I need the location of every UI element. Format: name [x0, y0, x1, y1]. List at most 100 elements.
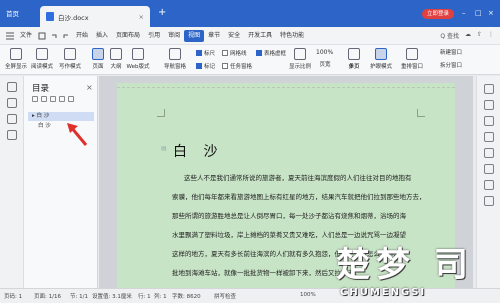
- menu-home[interactable]: 开始: [72, 30, 92, 42]
- eye-protection-button[interactable]: 护眼模式: [368, 48, 394, 70]
- outline-panel: 目录 × ▸ 白 沙 白 沙: [24, 76, 98, 288]
- login-button[interactable]: 立即登录: [422, 9, 455, 19]
- paragraph-handle-icon[interactable]: ▤: [161, 145, 167, 152]
- menu-security[interactable]: 安全: [224, 30, 244, 42]
- zoom-button[interactable]: 显示比例: [286, 48, 314, 70]
- save-icon[interactable]: [38, 32, 46, 40]
- margin-corner-mark: [157, 109, 165, 117]
- fullscreen-button[interactable]: 全屏显示: [4, 48, 28, 70]
- minimize-icon[interactable]: –: [462, 9, 466, 17]
- eye-icon: [375, 48, 387, 60]
- status-section: 节: 1/1: [70, 294, 88, 300]
- close-tab-icon[interactable]: ×: [139, 13, 144, 21]
- status-setting: 设置值: 3.1厘米: [92, 294, 132, 300]
- collapse-icon[interactable]: [41, 96, 47, 102]
- menu-page-layout[interactable]: 页面布局: [112, 30, 144, 42]
- demote-icon[interactable]: [68, 96, 74, 102]
- nav-pane-button[interactable]: 导航窗格: [160, 48, 190, 70]
- shape-icon[interactable]: [484, 132, 494, 142]
- status-word-count[interactable]: 字数: 8620: [172, 292, 201, 300]
- rearrange-window-button[interactable]: 重排窗口: [400, 48, 424, 70]
- undo-icon[interactable]: [50, 32, 58, 40]
- close-outline-icon[interactable]: ×: [86, 83, 93, 92]
- menu-bar: 文件 开始 插入 页面布局 引用 审阅 视图 章节 安全 开发工具 特色功能 Q…: [0, 27, 500, 45]
- zoom-icon: [294, 48, 306, 60]
- cloud-icon[interactable]: ☁: [465, 31, 471, 40]
- checkbox-icon: [222, 50, 228, 56]
- pen-icon: [64, 48, 76, 60]
- new-window-button[interactable]: 新建窗口: [440, 48, 470, 56]
- style-icon[interactable]: [484, 100, 494, 110]
- fullscreen-icon: [10, 48, 22, 60]
- thumbnail-icon[interactable]: [7, 114, 17, 124]
- reading-mode-button[interactable]: 阅读模式: [30, 48, 54, 70]
- title-bar: 首页 白沙.docx × + 立即登录 – □ ×: [0, 0, 500, 27]
- search-button[interactable]: Q 查找: [440, 31, 459, 40]
- body-line[interactable]: 这些人不是我们通常所说的旅游者，夏天前往海滨度假的人们往往对目的地抱有: [172, 169, 434, 189]
- status-spell-check[interactable]: 拼写检查: [214, 292, 236, 300]
- menu-sections[interactable]: 章节: [204, 30, 224, 42]
- menu-right-tools: Q 查找 ☁ ⇧ ⋮: [440, 31, 500, 40]
- outline-title: 目录: [32, 84, 50, 94]
- markup-checkbox[interactable]: 标记: [196, 62, 215, 70]
- backup-icon[interactable]: [484, 180, 494, 190]
- status-pages[interactable]: 页面: 1/16: [34, 292, 61, 300]
- gridlines-checkbox[interactable]: 网格线: [222, 49, 247, 57]
- status-zoom[interactable]: 100%: [300, 292, 316, 298]
- book-icon: [36, 48, 48, 60]
- more-icon[interactable]: ⋮: [488, 31, 494, 40]
- menu-icon[interactable]: [6, 32, 14, 40]
- menu-view[interactable]: 视图: [184, 29, 205, 42]
- select-icon[interactable]: [484, 116, 494, 126]
- outline-view-button[interactable]: 大纲: [104, 48, 128, 70]
- menu-features[interactable]: 特色功能: [276, 30, 308, 42]
- format-icon[interactable]: [484, 84, 494, 94]
- outline-item[interactable]: ▸ 白 沙: [28, 112, 94, 121]
- comment-icon[interactable]: [484, 164, 494, 174]
- redo-icon[interactable]: [62, 32, 70, 40]
- promote-icon[interactable]: [59, 96, 65, 102]
- menu-references[interactable]: 引用: [144, 30, 164, 42]
- red-arrow-annotation: [67, 123, 88, 146]
- page-ruler: [117, 83, 455, 88]
- document-tab[interactable]: 白沙.docx ×: [40, 6, 150, 27]
- menu-file[interactable]: 文件: [16, 30, 36, 42]
- writing-mode-button[interactable]: 写作模式: [58, 48, 82, 70]
- maximize-icon[interactable]: □: [475, 9, 482, 17]
- new-tab-button[interactable]: +: [158, 8, 166, 18]
- level-icon[interactable]: [50, 96, 56, 102]
- document-tab-title: 白沙.docx: [58, 13, 89, 22]
- checkbox-checked-icon: [196, 63, 202, 69]
- web-layout-button[interactable]: Web版式: [126, 48, 150, 70]
- properties-icon[interactable]: [484, 148, 494, 158]
- zoom-box[interactable]: 100%: [316, 49, 333, 56]
- menu-developer[interactable]: 开发工具: [244, 30, 276, 42]
- split-window-button[interactable]: 拆分窗口: [440, 61, 470, 69]
- menu-insert[interactable]: 插入: [92, 30, 112, 42]
- table-borders-checkbox[interactable]: 表格虚框: [256, 49, 286, 57]
- outline-panel-icon[interactable]: [7, 82, 17, 92]
- checkbox-icon: [222, 63, 228, 69]
- expand-icon[interactable]: [32, 96, 38, 102]
- status-col: 列: 1: [154, 294, 167, 300]
- margin-corner-mark: [417, 109, 425, 117]
- search-icon[interactable]: [7, 130, 17, 140]
- body-line[interactable]: 那些所谓的旅游胜地总是让人倒尽胃口，每一处沙子都沾有烧焦和烟蒂，浴场的海: [172, 207, 434, 227]
- help-icon[interactable]: [484, 196, 494, 206]
- page-width-button[interactable]: 页宽: [314, 60, 336, 68]
- home-tab[interactable]: 首页: [6, 8, 36, 20]
- bookmark-icon[interactable]: [7, 98, 17, 108]
- share-icon[interactable]: ⇧: [477, 31, 482, 40]
- body-line[interactable]: 索骥，他们每年都来看旅游地图上标有红星的地方，结果汽车就把他们拉到那些地方去，: [172, 188, 434, 208]
- task-pane-checkbox[interactable]: 任务窗格: [222, 62, 252, 70]
- checkbox-checked-icon: [256, 50, 262, 56]
- outline-icon: [110, 48, 122, 60]
- view-ribbon: 全屏显示 阅读模式 写作模式 页面 大纲 Web版式 导航窗格 标尺 网格线 表…: [0, 45, 500, 75]
- document-heading[interactable]: 白 沙: [173, 141, 223, 161]
- outline-tools: [32, 96, 74, 102]
- ruler-checkbox[interactable]: 标尺: [196, 49, 215, 57]
- close-window-icon[interactable]: ×: [488, 9, 494, 17]
- menu-review[interactable]: 审阅: [164, 30, 184, 42]
- multi-page-button[interactable]: 多页: [342, 62, 366, 72]
- watermark-logo: 楚梦 司 CHUMENGSI: [336, 235, 500, 303]
